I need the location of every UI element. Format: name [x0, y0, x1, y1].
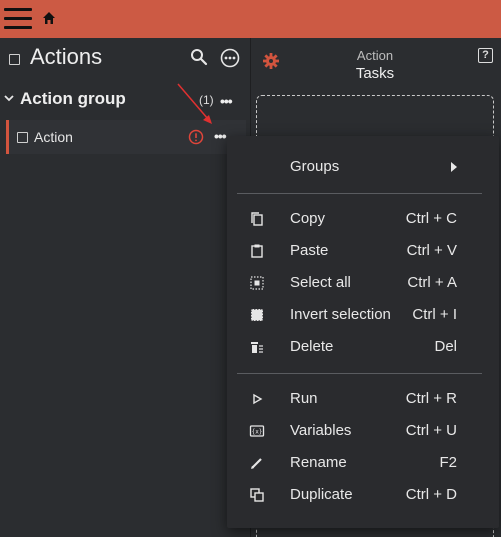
- panel-title: Tasks: [355, 65, 395, 82]
- menu-item-label: Copy: [290, 210, 326, 227]
- menu-item-shortcut: Ctrl + R: [405, 390, 457, 407]
- menu-item-variables[interactable]: {x} Variables Ctrl + U: [227, 415, 499, 447]
- annotation-arrow: [177, 83, 212, 124]
- menu-item-paste[interactable]: Paste Ctrl + V: [227, 235, 499, 267]
- menu-item-invert-selection[interactable]: Invert selection Ctrl + I: [227, 299, 499, 331]
- action-label: Action: [34, 129, 73, 145]
- top-bar: [0, 0, 501, 38]
- hamburger-icon[interactable]: [4, 8, 32, 30]
- action-accent: [6, 120, 9, 154]
- svg-text:{x}: {x}: [252, 429, 263, 436]
- menu-item-copy[interactable]: Copy Ctrl + C: [227, 203, 499, 235]
- chevron-down-icon[interactable]: [4, 93, 14, 103]
- menu-item-label: Variables: [290, 422, 352, 439]
- menu-item-label: Groups: [290, 158, 340, 175]
- menu-item-rename[interactable]: Rename F2: [227, 447, 499, 479]
- panel-caption: Action: [356, 48, 394, 63]
- menu-item-shortcut: Ctrl + V: [406, 242, 457, 259]
- menu-item-label: Rename: [290, 454, 347, 471]
- delete-icon: [251, 342, 263, 353]
- menu-item-shortcut: Ctrl + C: [405, 210, 457, 227]
- paste-icon: [251, 244, 263, 258]
- rename-icon: [251, 458, 262, 469]
- menu-item-select-all[interactable]: Select all Ctrl + A: [227, 267, 499, 299]
- menu-item-shortcut: F2: [439, 454, 457, 471]
- action-more-icon[interactable]: •••: [214, 128, 227, 144]
- duplicate-icon: [250, 488, 264, 502]
- action-group-label[interactable]: Action group: [20, 89, 126, 109]
- menu-item-shortcut: Del: [434, 338, 457, 355]
- menu-item-shortcut: Ctrl + D: [405, 486, 457, 503]
- menu-item-duplicate[interactable]: Duplicate Ctrl + D: [227, 479, 499, 511]
- menu-item-label: Select all: [290, 274, 351, 291]
- warning-icon: [188, 129, 204, 145]
- actions-select-all-checkbox[interactable]: [9, 54, 20, 65]
- menu-item-shortcut: Ctrl + I: [412, 306, 457, 323]
- help-icon[interactable]: ?: [478, 48, 493, 63]
- menu-item-delete[interactable]: Delete Del: [227, 331, 499, 363]
- page-title: Actions: [30, 44, 103, 69]
- select-all-icon: [250, 276, 264, 290]
- home-icon[interactable]: [42, 11, 56, 25]
- menu-item-label: Paste: [290, 242, 329, 259]
- submenu-arrow-icon: [451, 162, 457, 172]
- gear-icon[interactable]: [262, 52, 280, 70]
- menu-item-run[interactable]: Run Ctrl + R: [227, 383, 499, 415]
- menu-separator: [237, 193, 482, 194]
- more-options-icon[interactable]: [220, 48, 240, 68]
- menu-item-shortcut: Ctrl + A: [407, 274, 457, 291]
- menu-item-groups[interactable]: Groups: [227, 151, 499, 183]
- menu-item-label: Run: [290, 390, 318, 407]
- menu-item-label: Invert selection: [290, 306, 391, 323]
- invert-selection-icon: [250, 308, 264, 322]
- menu-separator: [237, 373, 482, 374]
- context-menu: Groups Copy Ctrl + C Paste Ctrl + V Sele…: [227, 136, 499, 528]
- menu-item-label: Duplicate: [290, 486, 353, 503]
- variables-icon: {x}: [249, 425, 265, 437]
- menu-item-label: Delete: [290, 338, 334, 355]
- menu-item-shortcut: Ctrl + U: [405, 422, 457, 439]
- run-icon: [253, 393, 263, 405]
- search-icon[interactable]: [190, 48, 208, 66]
- copy-icon: [251, 212, 263, 226]
- group-more-icon[interactable]: •••: [220, 93, 233, 109]
- action-checkbox[interactable]: [17, 132, 28, 143]
